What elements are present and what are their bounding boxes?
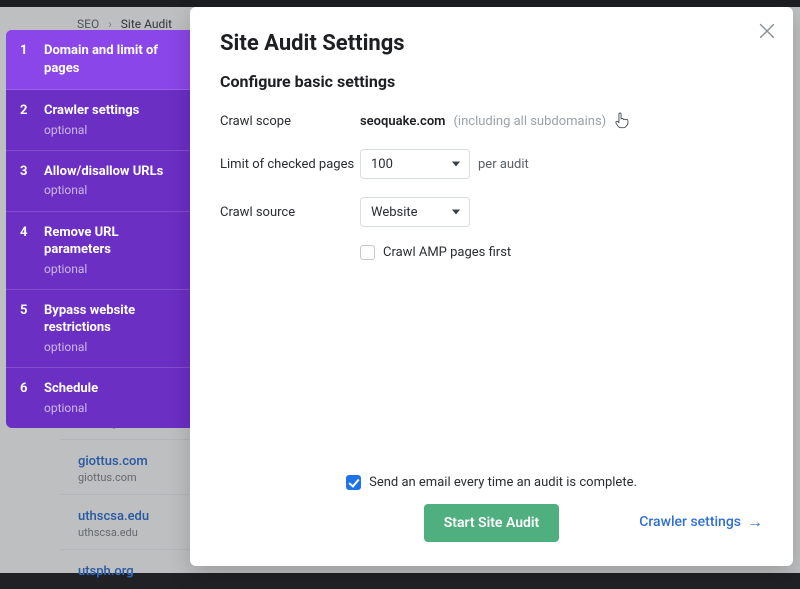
wizard-step-domain-limit[interactable]: 1 Domain and limit of pages — [6, 30, 190, 90]
wizard-sidebar: 1 Domain and limit of pages 2 Crawler se… — [6, 30, 190, 428]
limit-row: Limit of checked pages 100 per audit — [220, 149, 763, 179]
close-icon — [756, 20, 778, 42]
crawl-scope-note: (including all subdomains) — [453, 114, 606, 129]
limit-suffix: per audit — [478, 157, 529, 172]
limit-label: Limit of checked pages — [220, 157, 360, 172]
pointer-hand-icon — [614, 111, 630, 131]
close-button[interactable] — [753, 19, 781, 47]
wizard-step-schedule[interactable]: 6 Scheduleoptional — [6, 368, 190, 428]
amp-label: Crawl AMP pages first — [383, 245, 511, 260]
crawl-scope-label: Crawl scope — [220, 114, 360, 129]
settings-modal: Site Audit Settings Configure basic sett… — [190, 7, 793, 566]
wizard-step-remove-url-params[interactable]: 4 Remove URL parametersoptional — [6, 212, 190, 290]
limit-select[interactable]: 100 — [360, 149, 470, 179]
crawl-source-label: Crawl source — [220, 205, 360, 220]
email-notify-checkbox[interactable] — [346, 475, 361, 490]
edit-scope-button[interactable] — [614, 111, 630, 131]
wizard-step-bypass-restrictions[interactable]: 5 Bypass website restrictionsoptional — [6, 290, 190, 368]
next-crawler-settings-link[interactable]: Crawler settings → — [639, 512, 763, 532]
modal-title: Site Audit Settings — [220, 31, 763, 56]
arrow-right-icon: → — [747, 512, 763, 532]
wizard-step-allow-disallow[interactable]: 3 Allow/disallow URLsoptional — [6, 151, 190, 212]
email-notify-row: Send an email every time an audit is com… — [220, 475, 763, 490]
crawl-source-row: Crawl source Website — [220, 197, 763, 227]
crawl-source-select[interactable]: Website — [360, 197, 470, 227]
crawl-scope-value: seoquake.com — [360, 114, 445, 129]
modal-subtitle: Configure basic settings — [220, 72, 763, 91]
amp-checkbox-row: Crawl AMP pages first — [360, 245, 763, 260]
start-site-audit-button[interactable]: Start Site Audit — [424, 504, 560, 542]
email-notify-label: Send an email every time an audit is com… — [369, 475, 637, 490]
crawl-scope-row: Crawl scope seoquake.com (including all … — [220, 111, 763, 131]
amp-checkbox[interactable] — [360, 245, 375, 260]
wizard-step-crawler-settings[interactable]: 2 Crawler settingsoptional — [6, 90, 190, 151]
